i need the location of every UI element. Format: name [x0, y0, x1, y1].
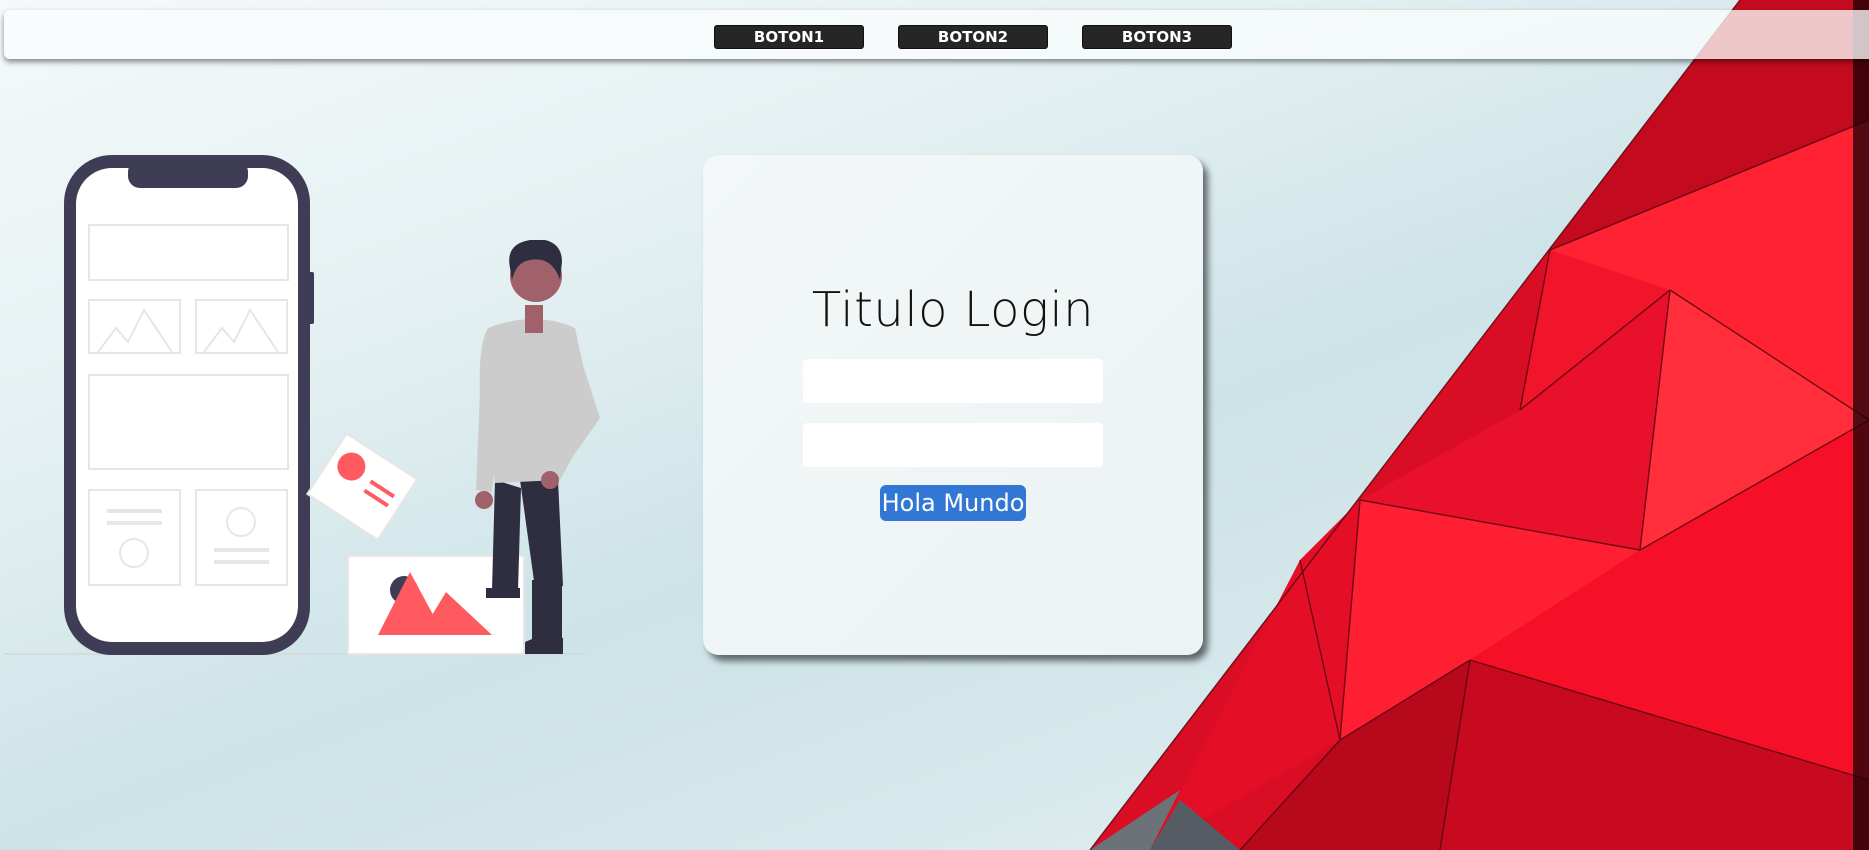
login-title: Titulo Login	[811, 282, 1095, 338]
nav-button-3[interactable]: BOTON3	[1082, 25, 1232, 49]
nav-button-1[interactable]: BOTON1	[714, 25, 864, 49]
page: BOTON1 BOTON2 BOTON3 Titulo Login Hola M…	[0, 0, 1869, 850]
hola-mundo-button[interactable]: Hola Mundo	[880, 485, 1026, 521]
phone-illustration-icon	[64, 155, 314, 655]
person-illustration-icon	[475, 240, 600, 654]
login-card: Titulo Login Hola Mundo	[703, 155, 1203, 655]
mobile-app-illustration	[4, 155, 600, 655]
nav-button-2[interactable]: BOTON2	[898, 25, 1048, 49]
password-input[interactable]	[803, 423, 1103, 467]
top-navbar: BOTON1 BOTON2 BOTON3	[4, 10, 1869, 59]
username-input[interactable]	[803, 359, 1103, 403]
